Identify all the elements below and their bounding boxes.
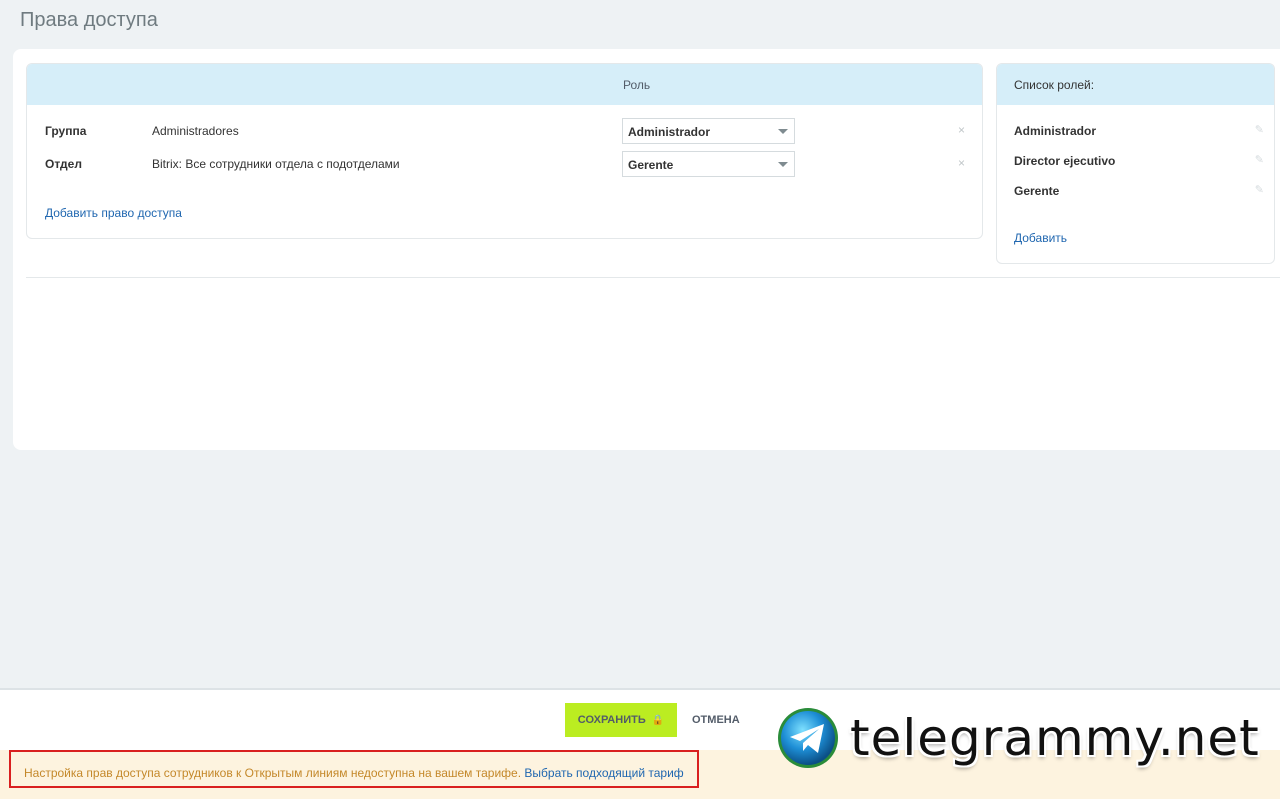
row-entity-name: Bitrix: Все сотрудники отдела с подотдел…: [152, 157, 400, 171]
tariff-notice-text: Настройка прав доступа сотрудников к Отк…: [24, 766, 522, 780]
roles-title: Список ролей:: [1014, 78, 1095, 92]
role-select[interactable]: Administrador: [622, 118, 795, 144]
role-column-header: Роль: [623, 78, 651, 92]
main-panel: Роль Группа Administradores Administrado…: [13, 49, 1280, 450]
role-name: Gerente: [1014, 184, 1060, 198]
role-select-value: Administrador: [628, 125, 711, 139]
table-header: Роль: [27, 64, 982, 105]
watermark-text: telegrammy.net: [850, 709, 1260, 767]
save-button[interactable]: СОХРАНИТЬ 🔒: [565, 703, 677, 737]
role-list-item[interactable]: Director ejecutivo ✎: [997, 151, 1274, 171]
table-row: Отдел Bitrix: Все сотрудники отдела с по…: [27, 151, 982, 177]
row-type-label: Отдел: [45, 157, 82, 171]
tariff-notice: Настройка прав доступа сотрудников к Отк…: [24, 766, 684, 780]
cancel-button[interactable]: ОТМЕНА: [692, 714, 740, 726]
table-row: Группа Administradores Administrador ×: [27, 118, 982, 144]
role-select-value: Gerente: [628, 158, 674, 172]
access-rights-table: Роль Группа Administradores Administrado…: [26, 63, 983, 239]
choose-tariff-link[interactable]: Выбрать подходящий тариф: [524, 766, 683, 780]
role-name: Director ejecutivo: [1014, 154, 1116, 168]
close-icon[interactable]: ×: [958, 123, 965, 137]
close-icon[interactable]: ×: [958, 156, 965, 170]
roles-panel: Список ролей: Administrador ✎ Director e…: [996, 63, 1275, 264]
lock-icon: 🔒: [651, 715, 665, 726]
watermark: telegrammy.net: [776, 706, 1266, 774]
row-type-label: Группа: [45, 124, 87, 138]
add-access-right-link[interactable]: Добавить право доступа: [45, 206, 182, 220]
pencil-icon[interactable]: ✎: [1255, 123, 1264, 136]
role-select[interactable]: Gerente: [622, 151, 795, 177]
telegram-logo-icon: [778, 708, 838, 768]
chevron-down-icon: [778, 129, 788, 134]
pencil-icon[interactable]: ✎: [1255, 153, 1264, 166]
tariff-notice-highlight: Настройка прав доступа сотрудников к Отк…: [9, 750, 699, 788]
role-list-item[interactable]: Administrador ✎: [997, 121, 1274, 141]
save-button-label: СОХРАНИТЬ: [577, 714, 646, 726]
role-name: Administrador: [1014, 124, 1097, 138]
page-title: Права доступа: [20, 9, 158, 31]
divider: [26, 277, 1280, 278]
roles-header: Список ролей:: [997, 64, 1274, 105]
chevron-down-icon: [778, 162, 788, 167]
row-entity-name: Administradores: [152, 124, 239, 138]
role-list-item[interactable]: Gerente ✎: [997, 181, 1274, 201]
add-role-link[interactable]: Добавить: [1014, 231, 1067, 245]
pencil-icon[interactable]: ✎: [1255, 183, 1264, 196]
